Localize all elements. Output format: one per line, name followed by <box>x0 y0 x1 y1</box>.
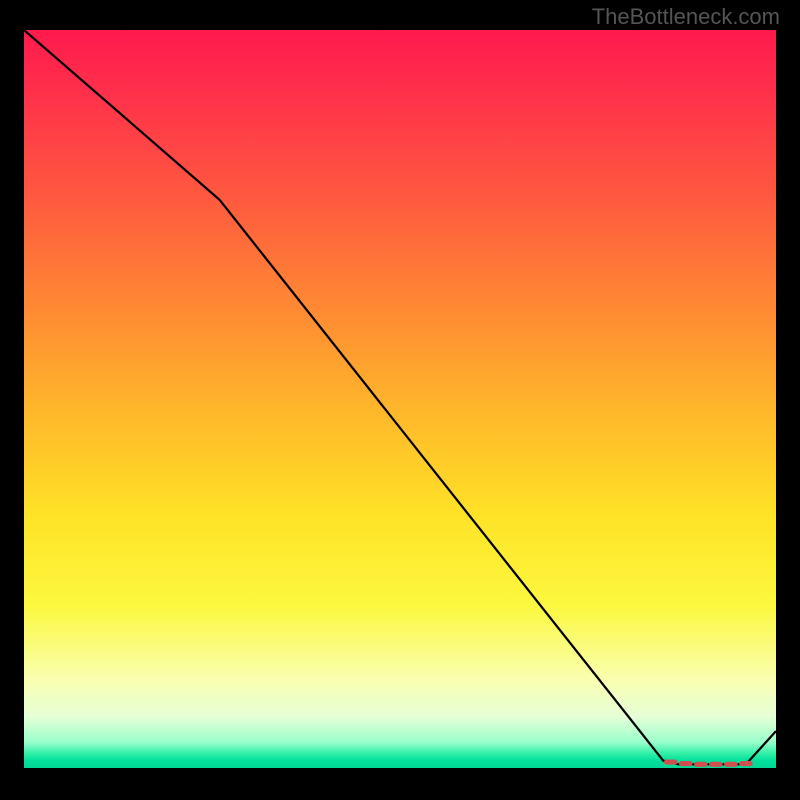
marker-dash <box>679 761 693 766</box>
chart-plot-area <box>24 30 776 768</box>
marker-dash <box>694 762 708 767</box>
line-series <box>24 30 776 764</box>
marker-dash <box>664 760 678 765</box>
chart-svg <box>24 30 776 768</box>
marker-dash <box>724 762 738 767</box>
watermark-text: TheBottleneck.com <box>592 4 780 30</box>
marker-dash <box>739 761 753 766</box>
marker-dash <box>709 762 723 767</box>
series-line-path <box>24 30 776 764</box>
